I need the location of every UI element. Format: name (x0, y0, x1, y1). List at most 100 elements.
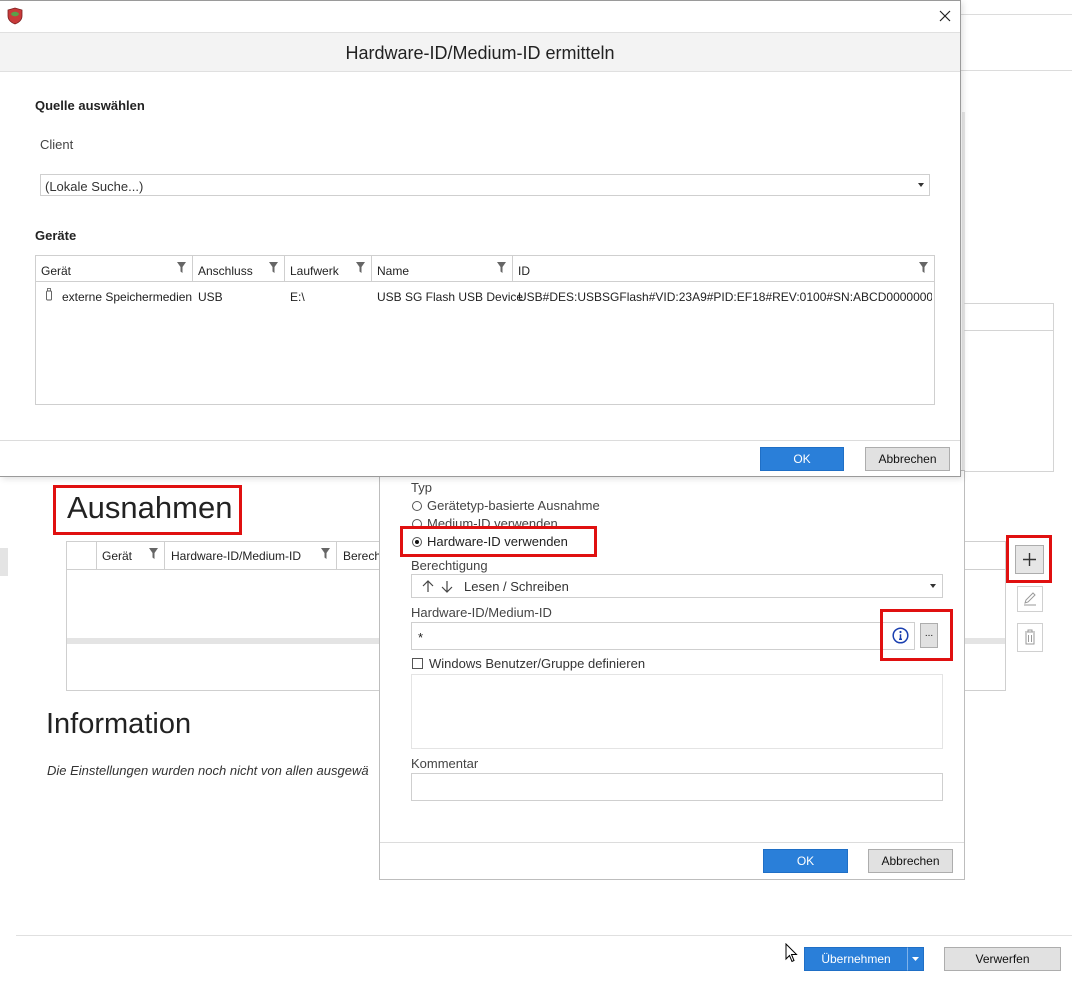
filter-icon[interactable] (269, 262, 278, 273)
divider (964, 330, 1054, 331)
dropdown-arrow-icon (912, 957, 919, 961)
devices-section-heading: Geräte (35, 228, 77, 243)
radio-button[interactable] (412, 519, 422, 529)
windows-user-list[interactable] (411, 674, 943, 749)
divider (16, 935, 1072, 936)
column-label: Anschluss (198, 264, 253, 278)
hwid-dialog: Hardware-ID/Medium-ID ermitteln Quelle a… (0, 0, 961, 477)
discard-button[interactable]: Verwerfen (944, 947, 1061, 971)
information-text: Die Einstellungen wurden noch nicht von … (47, 763, 369, 778)
information-heading: Information (46, 708, 192, 740)
table-row[interactable]: externe Speichermedien USB E:\ USB SG Fl… (36, 282, 934, 310)
column-label: Gerät (41, 264, 72, 278)
filter-icon[interactable] (919, 262, 928, 273)
column-label: Berech (343, 549, 382, 563)
column-header-anschluss[interactable]: Anschluss (193, 256, 285, 281)
select-column-header[interactable] (67, 542, 97, 569)
permission-value: Lesen / Schreiben (464, 579, 569, 594)
column-label: Name (377, 264, 410, 278)
radio-label: Gerätetyp-basierte Ausnahme (427, 498, 600, 513)
permission-label: Berechtigung (411, 558, 488, 573)
ok-label: OK (793, 452, 811, 466)
apply-dropdown-button[interactable] (907, 947, 924, 971)
windows-user-checkbox-row[interactable]: Windows Benutzer/Gruppe definieren (412, 656, 645, 671)
radio-label: Hardware-ID verwenden (427, 534, 568, 549)
radio-hardware-id[interactable]: Hardware-ID verwenden (412, 534, 568, 549)
column-label: Hardware-ID/Medium-ID (171, 549, 302, 563)
app-shield-icon (7, 7, 23, 25)
devices-table: Gerät Anschluss Laufwerk Name ID externe… (35, 255, 935, 405)
checkbox[interactable] (412, 658, 423, 669)
ausnahmen-heading: Ausnahmen (67, 490, 233, 525)
cell-laufwerk: E:\ (290, 290, 305, 304)
radio-label: Medium-ID verwenden (427, 516, 558, 531)
close-icon[interactable] (939, 10, 951, 22)
filter-icon[interactable] (149, 548, 158, 559)
ok-label: OK (796, 854, 815, 868)
column-header-name[interactable]: Name (372, 256, 513, 281)
cancel-label: Abbrechen (878, 452, 937, 466)
mouse-cursor-icon (785, 943, 798, 963)
column-header-geraet[interactable]: Gerät (97, 542, 165, 569)
exception-cancel-button[interactable]: Abbrechen (868, 849, 953, 873)
dialog-cancel-button[interactable]: Abbrechen (865, 447, 950, 471)
cell-name: USB SG Flash USB Device (377, 290, 524, 304)
column-label: Laufwerk (290, 264, 339, 278)
divider (380, 842, 964, 843)
exception-ok-button[interactable]: OK (763, 849, 848, 873)
filter-icon[interactable] (356, 262, 365, 273)
filter-icon[interactable] (497, 262, 506, 273)
hwid-label: Hardware-ID/Medium-ID (411, 605, 552, 620)
comment-label: Kommentar (411, 756, 479, 771)
usb-drive-icon (46, 288, 52, 301)
column-header-hwid[interactable]: Hardware-ID/Medium-ID (165, 542, 337, 569)
dropdown-arrow-icon (918, 183, 924, 187)
browse-label: ... (924, 627, 934, 639)
background-panel (964, 303, 1054, 472)
left-scroll-marker (0, 548, 8, 576)
edit-button[interactable] (1017, 586, 1043, 612)
radio-device-type[interactable]: Gerätetyp-basierte Ausnahme (412, 498, 600, 513)
column-label: Gerät (102, 549, 133, 563)
column-header-laufwerk[interactable]: Laufwerk (285, 256, 372, 281)
trash-icon (1025, 629, 1035, 645)
cell-anschluss: USB (198, 290, 223, 304)
title-bar: Hardware-ID/Medium-ID ermitteln (0, 32, 960, 72)
radio-medium-id[interactable]: Medium-ID verwenden (412, 516, 558, 531)
client-label: Client (40, 137, 74, 152)
delete-button[interactable] (1017, 623, 1043, 652)
cancel-label: Abbrechen (881, 854, 940, 868)
discard-label: Verwerfen (975, 952, 1030, 966)
arrow-down-icon (441, 581, 453, 593)
edit-icon (1024, 592, 1036, 606)
info-icon[interactable] (892, 627, 909, 644)
filter-icon[interactable] (321, 548, 330, 559)
client-select[interactable]: (Lokale Suche...) (40, 174, 930, 196)
divider (0, 440, 960, 441)
comment-input[interactable] (411, 773, 943, 801)
radio-button[interactable] (412, 501, 422, 511)
hwid-input[interactable]: * (411, 622, 915, 650)
dialog-ok-button[interactable]: OK (760, 447, 844, 471)
plus-icon (1023, 553, 1036, 566)
source-section-heading: Quelle auswählen (35, 98, 145, 113)
filter-icon[interactable] (177, 262, 186, 273)
apply-label: Übernehmen (821, 952, 891, 966)
column-label: ID (518, 264, 530, 278)
radio-button-selected[interactable] (412, 537, 422, 547)
client-value: (Lokale Suche...) (45, 179, 144, 194)
column-header-id[interactable]: ID (513, 256, 934, 281)
arrow-up-icon (422, 580, 434, 592)
cell-geraet: externe Speichermedien (62, 290, 193, 304)
apply-button[interactable]: Übernehmen (804, 947, 908, 971)
permission-select[interactable]: Lesen / Schreiben (411, 574, 943, 598)
browse-button[interactable]: ... (920, 623, 938, 648)
hwid-value: * (418, 630, 424, 645)
cell-id: USB#DES:USBSGFlash#VID:23A9#PID:EF18#REV… (518, 290, 932, 304)
exception-dialog: Typ Gerätetyp-basierte Ausnahme Medium-I… (379, 470, 965, 880)
add-button[interactable] (1015, 545, 1044, 574)
divider (960, 14, 1072, 15)
dropdown-arrow-icon (930, 584, 936, 588)
checkbox-label: Windows Benutzer/Gruppe definieren (429, 656, 646, 671)
column-header-geraet[interactable]: Gerät (36, 256, 193, 281)
